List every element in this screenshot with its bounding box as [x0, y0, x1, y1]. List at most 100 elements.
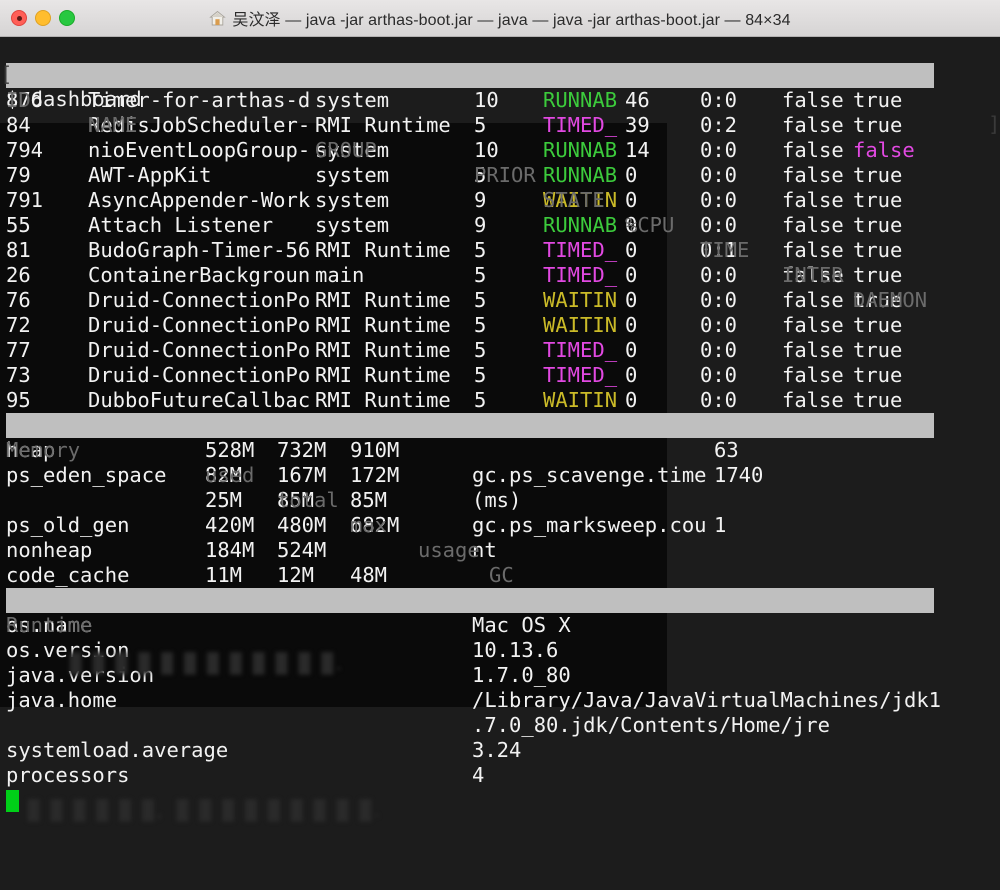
th-cpu: %CPU [625, 213, 675, 237]
runtime-row: processors 4 [0, 763, 1000, 788]
thread-id: 26 [6, 263, 31, 287]
thread-name: AsyncAppender-Work [88, 188, 311, 212]
thread-id: 76 [6, 288, 31, 312]
thread-row: 84 RedisJobScheduler- RMI Runtime 5 TIMED_ 39… [0, 113, 1000, 138]
runtime-value: /Library/Java/JavaVirtualMachines/jdk1 [472, 688, 941, 712]
mem-h-name: Memory [6, 438, 81, 462]
thread-id: 791 [6, 188, 44, 212]
thread-prior: 5 [474, 113, 487, 137]
memory-name: code_cache [6, 563, 130, 587]
thread-id: 77 [6, 338, 31, 362]
thread-state: RUNNAB [543, 163, 618, 187]
thread-state: TIMED_ [543, 338, 618, 362]
memory-used: 184M [205, 538, 255, 562]
thread-interrupted: false [782, 188, 844, 212]
thread-prior: 5 [474, 313, 487, 337]
mem-h-max: max [350, 513, 388, 537]
terminal-body[interactable]: [ $ dashboard ] ID NAME GROUP PRIOR STAT… [0, 37, 1000, 890]
memory-gc-label: gc.ps_scavenge.time [472, 463, 707, 487]
runtime-value: 4 [472, 763, 485, 787]
window-titlebar[interactable]: 吴汶泽 — java -jar arthas-boot.jar — java —… [0, 0, 1000, 37]
maximize-button[interactable] [59, 10, 75, 26]
mem-h-usage: usage [418, 538, 480, 562]
thread-id: 55 [6, 213, 31, 237]
thread-group: RMI Runtime [315, 338, 451, 362]
thread-state: WAITIN [543, 313, 618, 337]
thread-time: 0:0 [700, 338, 738, 362]
thread-interrupted: false [782, 313, 844, 337]
thread-state: WAITIN [543, 288, 618, 312]
thread-state: RUNNAB [543, 138, 618, 162]
runtime-value: Mac OS X [472, 613, 571, 637]
thread-group: system [315, 163, 390, 187]
thread-time: 0:0 [700, 188, 738, 212]
memory-name: ps_old_gen [6, 513, 130, 537]
thread-cpu: 0 [625, 263, 638, 287]
thread-row: 77 Druid-ConnectionPo RMI Runtime 5 TIMED_ 0 0… [0, 338, 1000, 363]
terminal-cursor [6, 790, 19, 812]
memory-gc-label: gc.ps_marksweep.cou [472, 513, 707, 537]
runtime-row: java.home/Library/Java/JavaVirtualMachin… [0, 688, 1000, 713]
minimize-button[interactable] [35, 10, 51, 26]
thread-prior: 5 [474, 263, 487, 287]
thread-row: 791 AsyncAppender-Work system 9 WAITIN 0 0:0 fa… [0, 188, 1000, 213]
runtime-value: .7.0_80.jdk/Contents/Home/jre [472, 713, 830, 737]
close-button[interactable] [11, 10, 27, 26]
thread-id: 794 [6, 138, 44, 162]
prompt-line: [ $ dashboard ] [0, 37, 1000, 136]
thread-prior: 10 [474, 138, 499, 162]
thread-cpu: 0 [625, 388, 638, 412]
thread-row: 73 Druid-ConnectionPo RMI Runtime 5 TIMED_ 0 0… [0, 363, 1000, 388]
th-group: GROUP [315, 138, 377, 162]
memory-max: 85M [350, 488, 388, 512]
thread-daemon: true [853, 338, 903, 362]
th-prior: PRIOR [474, 163, 536, 187]
window-title-text: 吴汶泽 — java -jar arthas-boot.jar — java —… [232, 12, 791, 29]
memory-row: heap 528M 732M 910M 63 [0, 438, 1000, 463]
memory-used: 420M [205, 513, 255, 537]
thread-name: AWT-AppKit [88, 163, 212, 187]
thread-interrupted: false [782, 138, 844, 162]
thread-prior: 5 [474, 363, 487, 387]
thread-name: ContainerBackgroun [88, 263, 311, 287]
obscured-text-overlay-2: █ █ █ █ █ █, █ █ █ █ █ █ █ █ █. [28, 800, 383, 822]
thread-id: 81 [6, 238, 31, 262]
thread-state: TIMED_ [543, 263, 618, 287]
thread-name: Attach Listener [88, 213, 274, 237]
thread-group: RMI Runtime [315, 363, 451, 387]
thread-name: nioEventLoopGroup- [88, 138, 311, 162]
terminal-screen: [ $ dashboard ] ID NAME GROUP PRIOR STAT… [0, 37, 1000, 890]
thread-row: 26 ContainerBackgroun main 5 TIMED_ 0 0:0 false… [0, 263, 1000, 288]
thread-interrupted: false [782, 338, 844, 362]
thread-daemon: true [853, 213, 903, 237]
thread-group: main [315, 263, 365, 287]
thread-daemon: true [853, 313, 903, 337]
thread-interrupted: false [782, 88, 844, 112]
memory-row: ps_eden_space 82M 167M 172M gc.ps_scavenge.t… [0, 463, 1000, 488]
threads-table-header: ID NAME GROUP PRIOR STATE %CPU TIME INTE… [0, 63, 1000, 312]
terminal-window: 吴汶泽 — java -jar arthas-boot.jar — java —… [0, 0, 1000, 890]
thread-time: 0:0 [700, 163, 738, 187]
thread-time: 0:2 [700, 113, 738, 137]
memory-total: 732M [277, 438, 327, 462]
th-daemon: DAEMON [853, 288, 928, 312]
thread-group: RMI Runtime [315, 288, 451, 312]
thread-interrupted: false [782, 363, 844, 387]
runtime-table-header: Runtime [0, 588, 1000, 637]
memory-row: ps_old_gen 420M 480M 682M gc.ps_marksweep.co… [0, 513, 1000, 538]
memory-gc-value: 63 [714, 438, 739, 462]
thread-daemon: true [853, 238, 903, 262]
thread-interrupted: false [782, 238, 844, 262]
thread-daemon: true [853, 263, 903, 287]
thread-name: Druid-ConnectionPo [88, 338, 311, 362]
mem-h-gc: GC [489, 563, 514, 587]
thread-prior: 5 [474, 388, 487, 412]
thread-daemon: true [853, 113, 903, 137]
thread-interrupted: false [782, 113, 844, 137]
thread-time: 0:0 [700, 288, 738, 312]
thread-cpu: 46 [625, 88, 650, 112]
thread-state: RUNNAB [543, 88, 618, 112]
thread-group: system [315, 188, 390, 212]
thread-row: 55 Attach Listener system 9 RUNNAB 0 0:0 false t… [0, 213, 1000, 238]
thread-daemon: true [853, 88, 903, 112]
